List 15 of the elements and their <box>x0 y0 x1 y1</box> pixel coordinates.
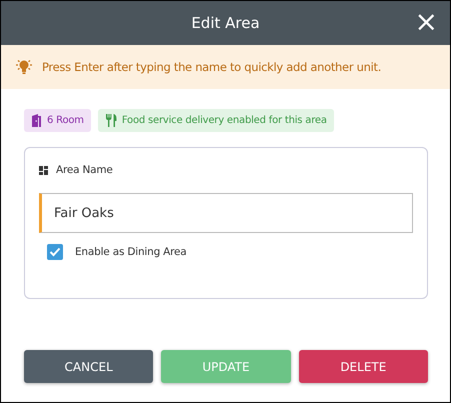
room-count-badge: 6 Room <box>24 109 91 132</box>
field-label: Area Name <box>56 164 113 176</box>
fork-knife-icon <box>104 114 117 127</box>
lightbulb-icon <box>15 59 33 75</box>
tip-text: Press Enter after typing the name to quickly add another unit. <box>42 60 382 74</box>
door-icon <box>31 114 42 127</box>
checkbox-label: Enable as Dining Area <box>75 246 187 258</box>
food-service-badge: Food service delivery enabled for this area <box>98 109 334 132</box>
delete-button[interactable]: DELETE <box>298 350 428 383</box>
checkbox[interactable] <box>47 244 63 260</box>
area-name-field[interactable]: Fair Oaks <box>39 193 413 233</box>
cancel-button[interactable]: CANCEL <box>24 350 154 383</box>
dialog-title: Edit Area <box>191 14 260 32</box>
grid-icon <box>39 166 48 174</box>
close-button[interactable]: × <box>410 7 442 37</box>
